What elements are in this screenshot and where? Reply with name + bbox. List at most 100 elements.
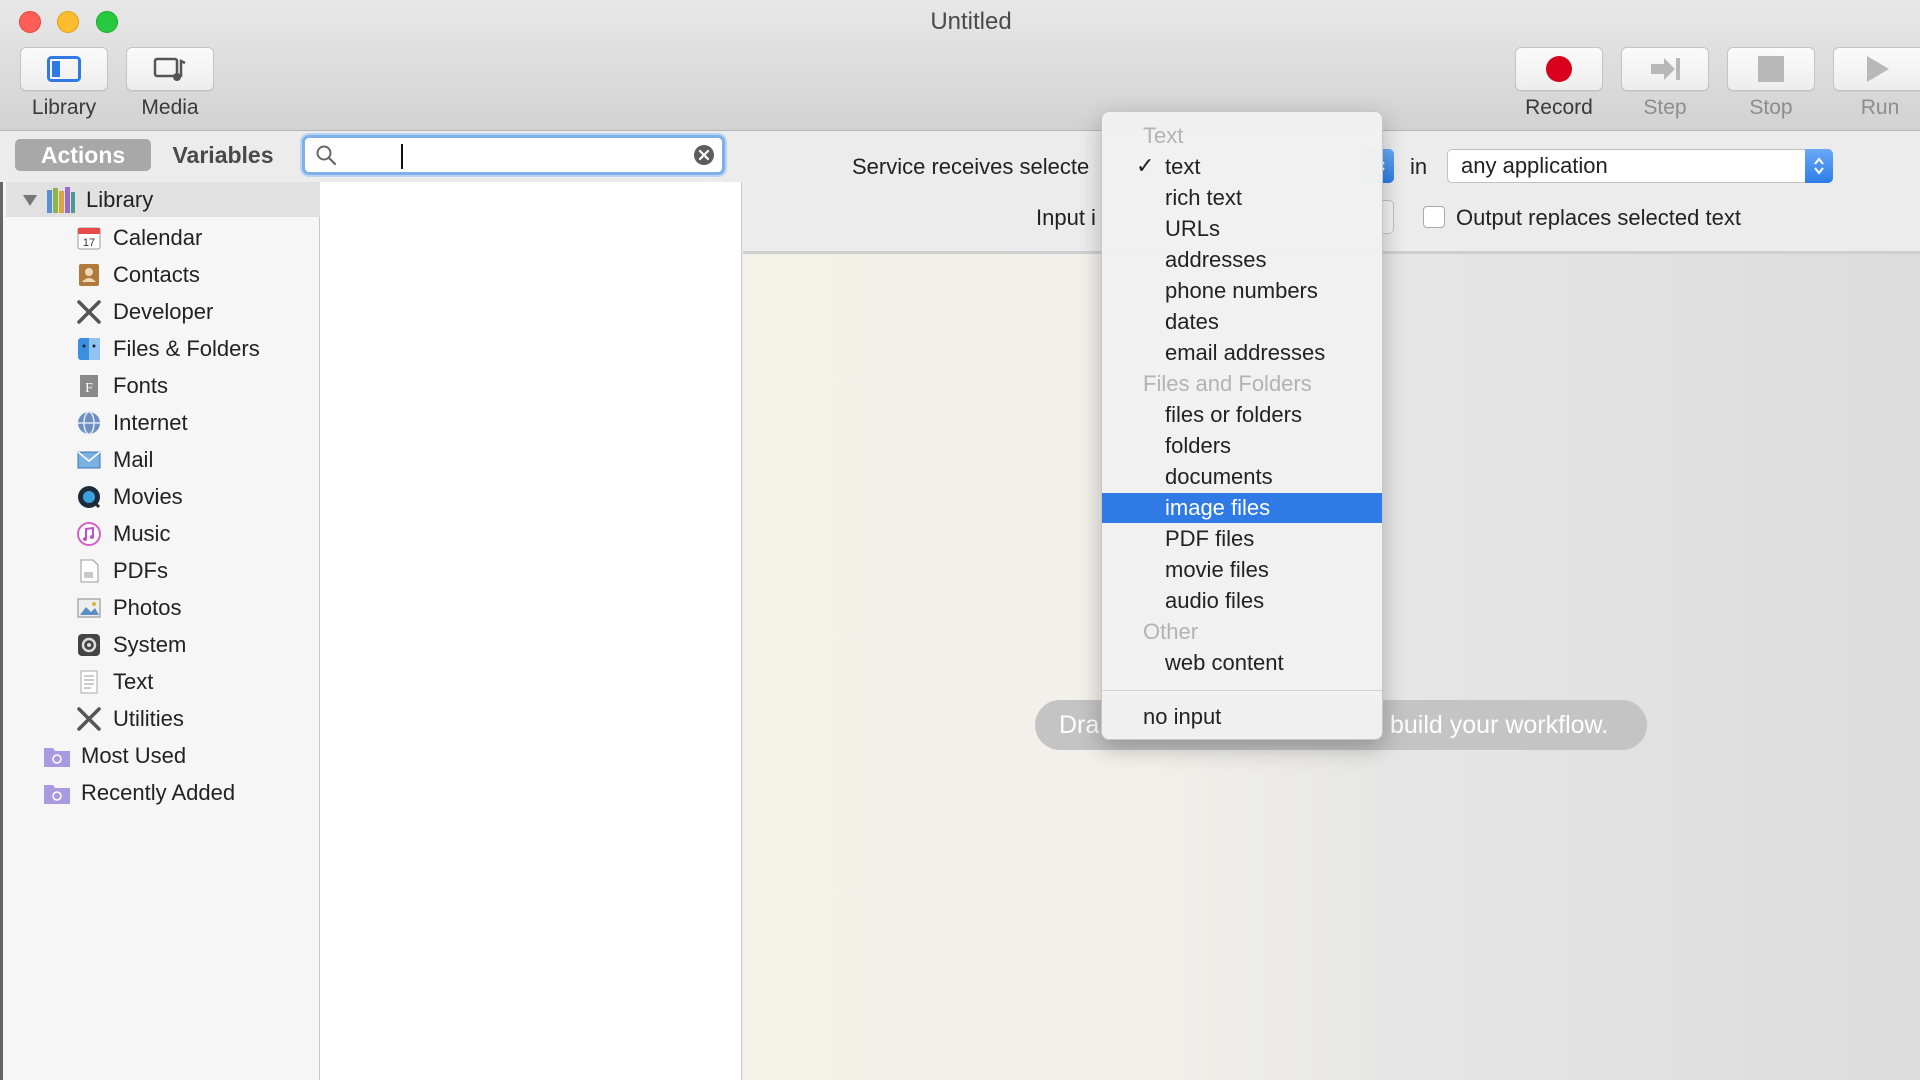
library-item-recently-added[interactable]: Recently Added <box>43 775 235 811</box>
library-item-label: System <box>113 632 187 657</box>
library-item-label: Files & Folders <box>113 336 260 361</box>
media-button-label: Media <box>141 96 199 119</box>
music-icon <box>75 520 103 548</box>
step-button[interactable] <box>1621 47 1709 91</box>
library-button-label: Library <box>31 96 97 119</box>
library-item-movies[interactable]: Movies <box>75 479 183 515</box>
menu-item-folders[interactable]: folders <box>1102 431 1382 461</box>
library-button[interactable] <box>20 47 108 91</box>
library-item-label: Recently Added <box>81 780 236 805</box>
drag-hint-text: Dra <box>1059 710 1100 739</box>
in-label: in <box>1410 154 1428 179</box>
library-item-mail[interactable]: Mail <box>75 442 153 478</box>
step-icon <box>1651 58 1680 80</box>
record-icon <box>1546 56 1572 82</box>
checkmark-icon: ✓ <box>1136 153 1155 178</box>
library-item-label: Developer <box>113 299 214 324</box>
library-item-label: Text <box>113 669 154 694</box>
contacts-icon <box>75 261 103 289</box>
library-item-label: Contacts <box>113 262 200 287</box>
library-root-row[interactable]: Library <box>6 182 322 217</box>
system-icon <box>75 631 103 659</box>
menu-item-urls[interactable]: URLs <box>1102 214 1382 244</box>
library-item-label: Utilities <box>113 706 184 731</box>
search-input[interactable] <box>347 142 667 168</box>
library-item-label: PDFs <box>113 558 168 583</box>
stop-button[interactable] <box>1727 47 1815 91</box>
output-replaces-checkbox[interactable] <box>1423 206 1445 228</box>
menu-item-rich-text[interactable]: rich text <box>1102 183 1382 213</box>
library-item-label: Movies <box>113 484 183 509</box>
run-icon <box>1867 56 1889 82</box>
library-pane: Library 17 Calendar Contacts Developer F… <box>0 182 322 1080</box>
library-item-developer[interactable]: Developer <box>75 294 213 330</box>
menu-item-image-files[interactable]: image files <box>1102 493 1382 523</box>
service-receives-label: Service receives selecte <box>852 154 1090 179</box>
actions-variables-tabs: Actions Variables <box>15 139 291 171</box>
tab-variables[interactable]: Variables <box>155 139 291 171</box>
developer-icon <box>75 298 103 326</box>
utilities-icon <box>75 705 103 733</box>
menu-separator <box>1102 690 1382 691</box>
application-popup[interactable]: any application <box>1447 149 1833 183</box>
svg-text:F: F <box>85 381 93 396</box>
popup-arrows-icon <box>1805 149 1833 183</box>
library-item-pdfs[interactable]: PDFs <box>75 553 168 589</box>
record-button[interactable] <box>1515 47 1603 91</box>
library-item-files-folders[interactable]: Files & Folders <box>75 331 260 367</box>
menu-item-pdf-files[interactable]: PDF files <box>1102 524 1382 554</box>
library-item-system[interactable]: System <box>75 627 186 663</box>
clear-search-icon[interactable] <box>692 143 716 167</box>
step-button-label: Step <box>1643 96 1687 119</box>
input-is-label: Input i <box>1036 205 1096 230</box>
menu-item-documents[interactable]: documents <box>1102 462 1382 492</box>
stop-button-label: Stop <box>1749 96 1793 119</box>
record-button-label: Record <box>1525 96 1593 119</box>
globe-icon <box>75 409 103 437</box>
menu-item-text[interactable]: ✓ text <box>1102 152 1382 182</box>
library-item-music[interactable]: Music <box>75 516 170 552</box>
library-item-fonts[interactable]: F Fonts <box>75 368 168 404</box>
fonts-icon: F <box>75 372 103 400</box>
movies-icon <box>75 483 103 511</box>
input-type-menu: Text ✓ text rich text URLs addresses pho… <box>1101 111 1383 740</box>
application-popup-value: any application <box>1461 153 1608 178</box>
menu-item-addresses[interactable]: addresses <box>1102 245 1382 275</box>
media-button[interactable] <box>126 47 214 91</box>
actions-list-pane <box>320 182 742 1080</box>
menu-header-other: Other <box>1143 619 1199 644</box>
library-item-utilities[interactable]: Utilities <box>75 701 184 737</box>
library-item-label: Photos <box>113 595 182 620</box>
calendar-icon: 17 <box>75 224 103 252</box>
run-button-label: Run <box>1860 96 1900 119</box>
photos-icon <box>75 594 103 622</box>
drag-hint-right: build your workflow. <box>1390 710 1609 739</box>
svg-text:17: 17 <box>83 237 95 249</box>
menu-item-audio-files[interactable]: audio files <box>1102 586 1382 616</box>
library-item-contacts[interactable]: Contacts <box>75 257 200 293</box>
search-icon <box>316 145 337 166</box>
tab-actions[interactable]: Actions <box>15 139 151 171</box>
menu-item-web-content[interactable]: web content <box>1102 648 1382 678</box>
library-item-most-used[interactable]: Most Used <box>43 738 186 774</box>
disclosure-triangle-icon[interactable] <box>22 193 38 207</box>
window-title: Untitled <box>930 8 1012 35</box>
menu-item-phone-numbers[interactable]: phone numbers <box>1102 276 1382 306</box>
menu-item-no-input[interactable]: no input <box>1102 702 1382 732</box>
toolbar: Untitled Library Media Record Step Stop … <box>0 0 1920 131</box>
pdf-icon <box>75 557 103 585</box>
finder-icon <box>75 335 103 363</box>
library-item-internet[interactable]: Internet <box>75 405 188 441</box>
library-item-text[interactable]: Text <box>75 664 153 700</box>
menu-item-email-addresses[interactable]: email addresses <box>1102 338 1382 368</box>
library-item-label: Mail <box>113 447 154 472</box>
menu-item-files-or-folders[interactable]: files or folders <box>1102 400 1382 430</box>
library-item-calendar[interactable]: 17 Calendar <box>75 220 202 256</box>
library-item-label: Internet <box>113 410 188 435</box>
run-button[interactable] <box>1833 47 1920 91</box>
menu-item-movie-files[interactable]: movie files <box>1102 555 1382 585</box>
search-field[interactable] <box>302 135 725 175</box>
library-icon <box>47 56 81 82</box>
menu-item-dates[interactable]: dates <box>1102 307 1382 337</box>
library-item-photos[interactable]: Photos <box>75 590 182 626</box>
